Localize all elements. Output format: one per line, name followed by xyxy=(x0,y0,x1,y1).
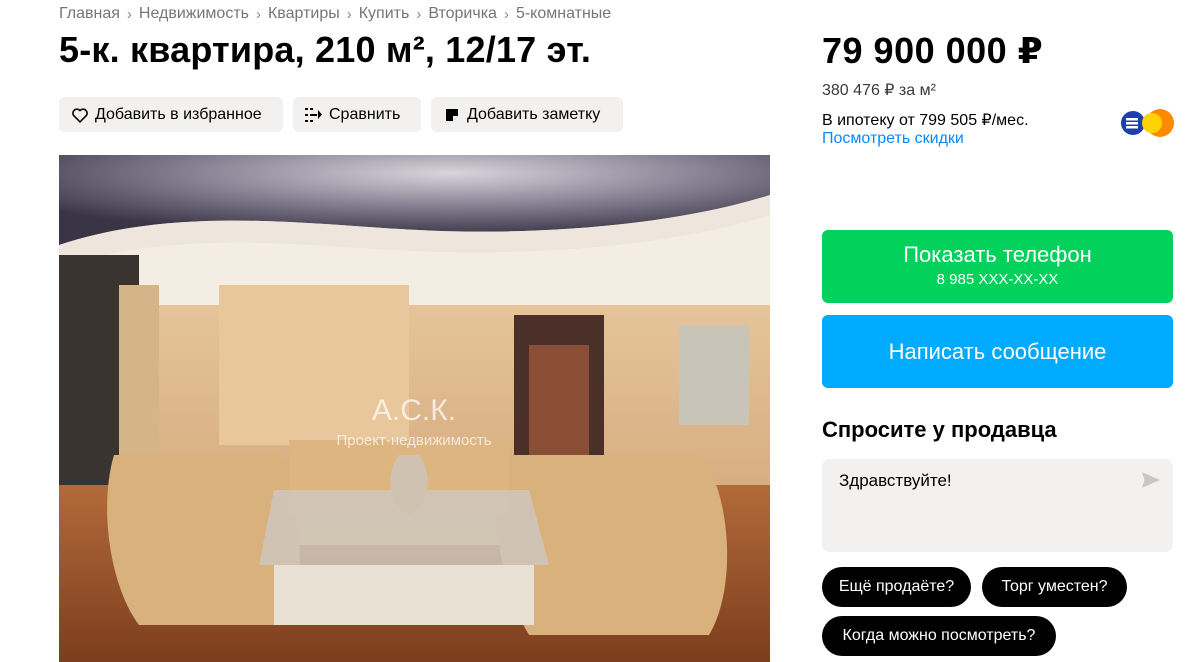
chevron-right-icon: › xyxy=(503,5,509,23)
compare-button[interactable]: Сравнить xyxy=(293,97,421,132)
ask-seller-title: Спросите у продавца xyxy=(822,417,1057,442)
add-to-favorites-label: Добавить в избранное xyxy=(95,105,262,123)
watermark-title: А.С.К. xyxy=(372,394,456,427)
chevron-right-icon: › xyxy=(255,5,261,23)
add-to-favorites-button[interactable]: Добавить в избранное xyxy=(59,97,283,132)
bank-logo-icon[interactable] xyxy=(1120,108,1176,138)
message-input[interactable]: Здравствуйте! xyxy=(822,459,1173,552)
chevron-right-icon: › xyxy=(126,5,132,23)
chip-bargain[interactable]: Торг уместен? xyxy=(982,567,1127,607)
write-message-button[interactable]: Написать сообщение xyxy=(822,315,1173,388)
watermark-subtitle: Проект-недвижимость xyxy=(336,432,491,449)
breadcrumb-item-apartments[interactable]: Квартиры xyxy=(268,5,340,23)
chip-when-to-view[interactable]: Когда можно посмотреть? xyxy=(822,616,1056,656)
add-note-label: Добавить заметку xyxy=(467,105,601,123)
add-note-button[interactable]: Добавить заметку xyxy=(431,97,623,132)
breadcrumb-item-5-rooms[interactable]: 5-комнатные xyxy=(516,5,611,23)
compare-icon xyxy=(303,105,325,125)
breadcrumb-item-secondary[interactable]: Вторичка xyxy=(428,5,497,23)
price-per-m2: 380 476 ₽ за м² xyxy=(822,82,936,99)
compare-label: Сравнить xyxy=(329,105,401,123)
breadcrumb-item-home[interactable]: Главная xyxy=(59,5,120,23)
view-discounts-link[interactable]: Посмотреть скидки xyxy=(822,130,964,148)
breadcrumb-item-realty[interactable]: Недвижимость xyxy=(139,5,249,23)
heart-icon xyxy=(69,105,91,125)
phone-masked: 8 985 XXX-XX-XX xyxy=(936,271,1059,288)
show-phone-label: Показать телефон xyxy=(903,242,1092,267)
note-icon xyxy=(441,105,463,125)
chip-still-selling[interactable]: Ещё продаёте? xyxy=(822,567,971,607)
price-total: 79 900 000 ₽ xyxy=(822,30,1044,71)
send-icon[interactable] xyxy=(1141,471,1161,489)
listing-actions: Добавить в избранное Сравнить Добавить з… xyxy=(59,97,623,132)
listing-photo[interactable]: А.С.К. Проект-недвижимость xyxy=(59,155,770,662)
chevron-right-icon: › xyxy=(346,5,352,23)
show-phone-button[interactable]: Показать телефон 8 985 XXX-XX-XX xyxy=(822,230,1173,303)
page-title: 5-к. квартира, 210 м², 12/17 эт. xyxy=(59,29,592,70)
chevron-right-icon: › xyxy=(416,5,422,23)
living-room-photo: А.С.К. Проект-недвижимость xyxy=(59,155,770,662)
breadcrumb-item-buy[interactable]: Купить xyxy=(359,5,410,23)
mortgage-offer: В ипотеку от 799 505 ₽/мес. xyxy=(822,112,1029,129)
breadcrumb: Главная › Недвижимость › Квартиры › Купи… xyxy=(59,5,611,23)
